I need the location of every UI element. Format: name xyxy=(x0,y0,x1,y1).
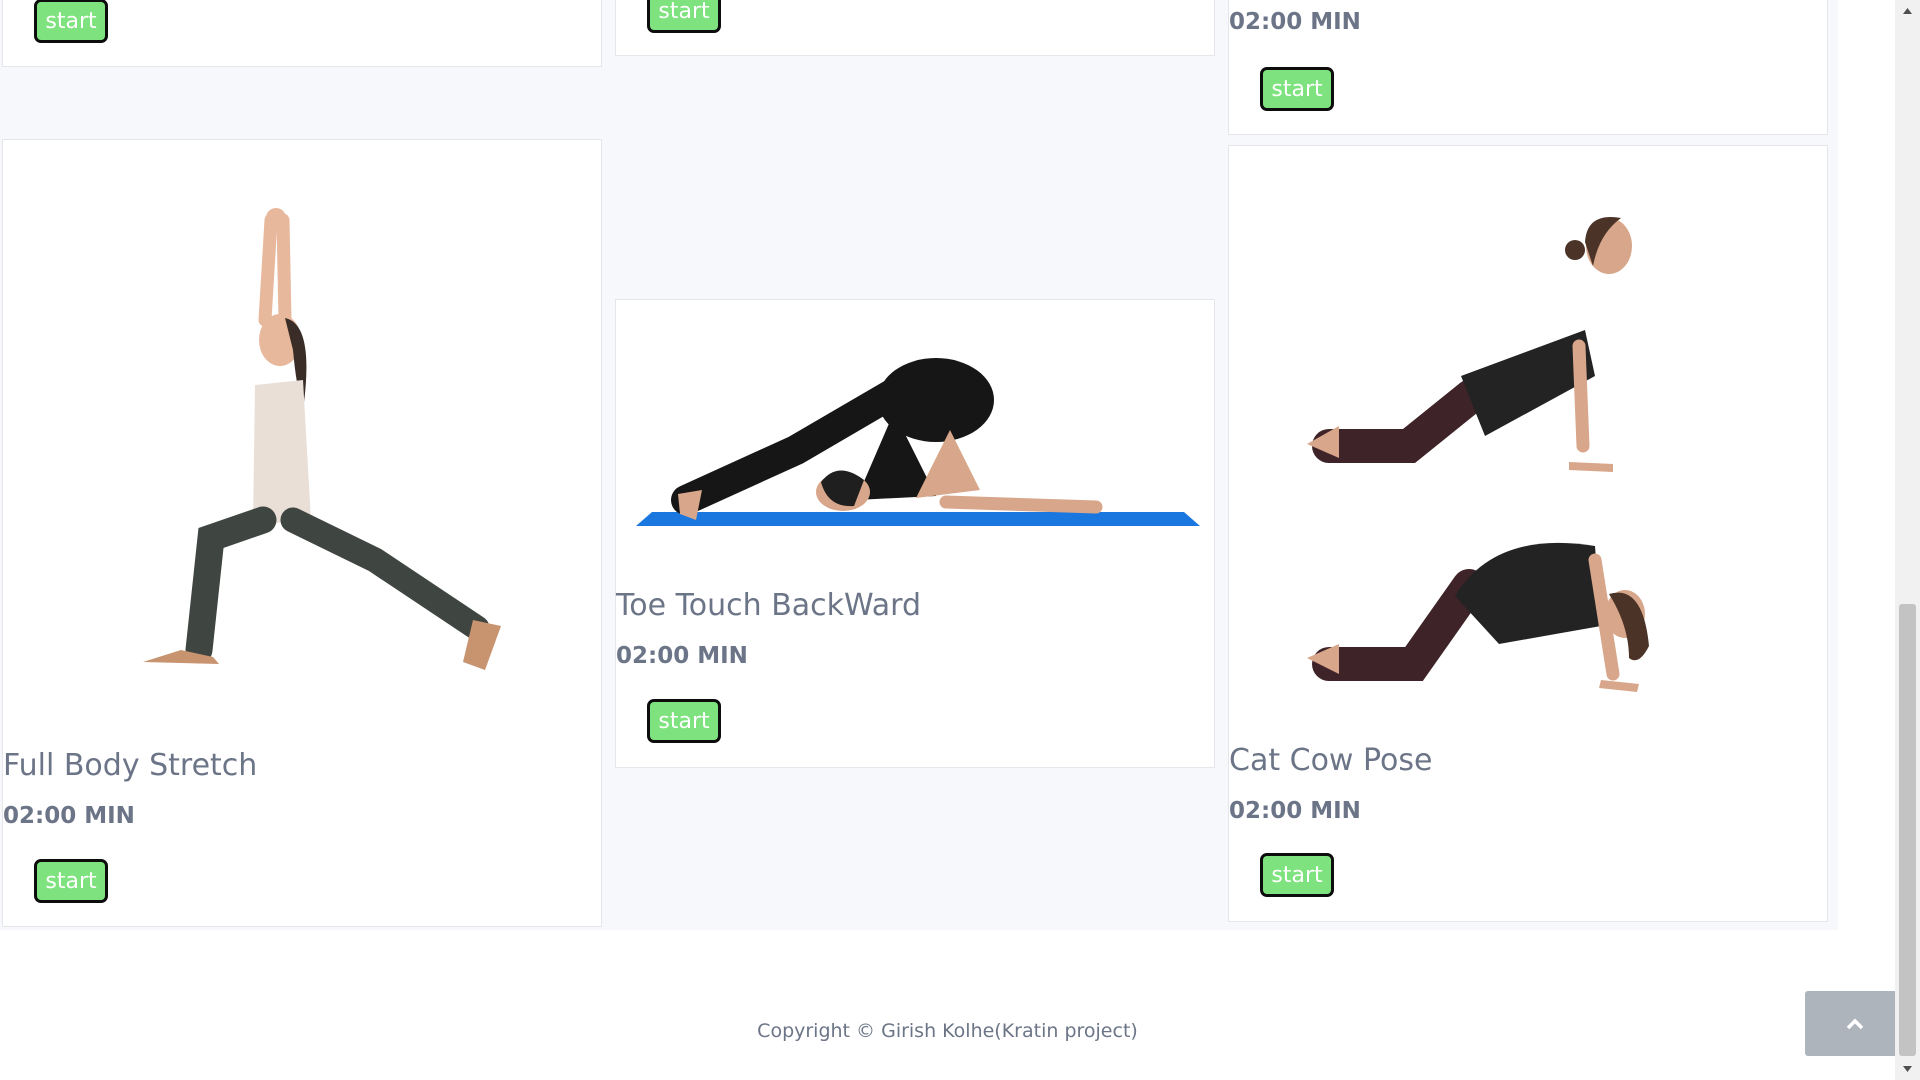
chevron-up-icon xyxy=(1846,1018,1864,1029)
start-button[interactable]: start xyxy=(647,699,721,743)
exercise-grid: start start 02:00 MIN start Full Body St… xyxy=(0,0,1838,930)
start-button[interactable]: start xyxy=(34,859,108,903)
exercise-card: Cat Cow Pose 02:00 MIN start xyxy=(1228,145,1828,922)
exercise-duration: 02:00 MIN xyxy=(1229,798,1361,824)
cat-cow-pose-image xyxy=(1307,217,1649,692)
scroll-up-arrow-icon[interactable] xyxy=(1900,3,1915,18)
page: start start 02:00 MIN start Full Body St… xyxy=(0,0,1920,1080)
exercise-card: start xyxy=(2,0,602,67)
plow-pose-image xyxy=(636,358,1200,526)
start-button[interactable]: start xyxy=(647,0,721,33)
exercise-card: Toe Touch BackWard 02:00 MIN start xyxy=(615,299,1215,768)
exercise-duration: 02:00 MIN xyxy=(616,643,748,669)
vertical-scrollbar[interactable] xyxy=(1895,0,1920,1080)
scrollbar-thumb[interactable] xyxy=(1899,604,1916,1056)
exercise-card: Full Body Stretch 02:00 MIN start xyxy=(2,139,602,927)
exercise-title: Toe Touch BackWard xyxy=(616,588,922,623)
exercise-card: start xyxy=(615,0,1215,56)
footer: Copyright © Girish Kolhe(Kratin project) xyxy=(0,965,1895,1080)
exercise-duration: 02:00 MIN xyxy=(3,803,135,829)
warrior-lunge-pose-image xyxy=(143,208,501,670)
scroll-down-arrow-icon[interactable] xyxy=(1900,1062,1915,1077)
back-to-top-button[interactable] xyxy=(1805,991,1905,1056)
exercise-duration: 02:00 MIN xyxy=(1229,9,1361,35)
exercise-card: 02:00 MIN start xyxy=(1228,0,1828,135)
start-button[interactable]: start xyxy=(34,0,108,43)
exercise-title: Cat Cow Pose xyxy=(1229,743,1433,778)
exercise-title: Full Body Stretch xyxy=(3,748,258,783)
start-button[interactable]: start xyxy=(1260,67,1334,111)
copyright-text: Copyright © Girish Kolhe(Kratin project) xyxy=(757,1020,1138,1042)
start-button[interactable]: start xyxy=(1260,853,1334,897)
